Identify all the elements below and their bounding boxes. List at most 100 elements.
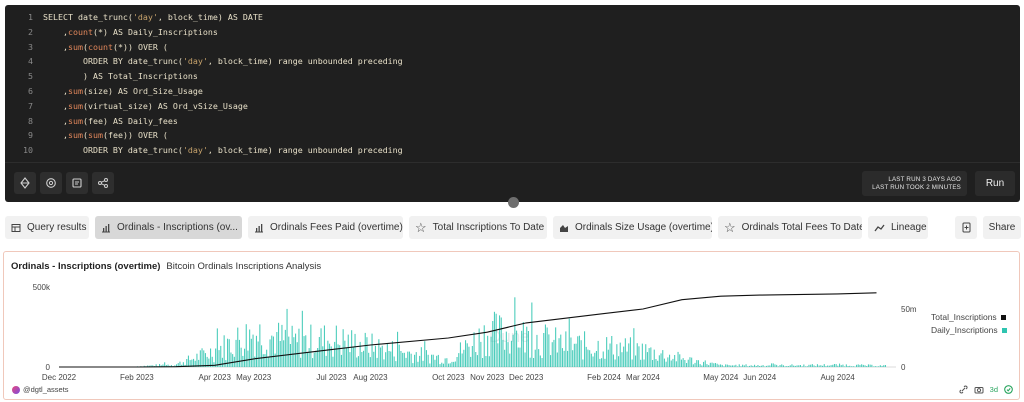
daily-inscriptions-bar[interactable] bbox=[850, 366, 852, 367]
daily-inscriptions-bar[interactable] bbox=[451, 361, 453, 367]
daily-inscriptions-bar[interactable] bbox=[687, 359, 689, 367]
snippet-button[interactable] bbox=[66, 172, 88, 194]
daily-inscriptions-bar[interactable] bbox=[718, 364, 720, 367]
daily-inscriptions-bar[interactable] bbox=[429, 363, 431, 368]
daily-inscriptions-bar[interactable] bbox=[585, 346, 587, 367]
daily-inscriptions-bar[interactable] bbox=[832, 364, 834, 367]
daily-inscriptions-bar[interactable] bbox=[522, 322, 524, 367]
daily-inscriptions-bar[interactable] bbox=[301, 310, 303, 367]
daily-inscriptions-bar[interactable] bbox=[854, 366, 856, 368]
daily-inscriptions-bar[interactable] bbox=[760, 365, 762, 367]
daily-inscriptions-bar[interactable] bbox=[470, 356, 472, 367]
daily-inscriptions-bar[interactable] bbox=[391, 341, 393, 367]
daily-inscriptions-bar[interactable] bbox=[459, 342, 461, 367]
daily-inscriptions-bar[interactable] bbox=[684, 360, 686, 367]
daily-inscriptions-bar[interactable] bbox=[556, 352, 558, 368]
daily-inscriptions-bar[interactable] bbox=[449, 363, 451, 367]
daily-inscriptions-bar[interactable] bbox=[813, 365, 815, 367]
daily-inscriptions-bar[interactable] bbox=[677, 351, 679, 367]
daily-inscriptions-bar[interactable] bbox=[408, 351, 410, 367]
daily-inscriptions-bar[interactable] bbox=[431, 354, 433, 367]
daily-inscriptions-bar[interactable] bbox=[500, 317, 502, 368]
daily-inscriptions-bar[interactable] bbox=[400, 351, 402, 367]
daily-inscriptions-bar[interactable] bbox=[635, 355, 637, 368]
daily-inscriptions-bar[interactable] bbox=[434, 359, 436, 367]
daily-inscriptions-bar[interactable] bbox=[446, 358, 448, 367]
daily-inscriptions-bar[interactable] bbox=[806, 366, 808, 367]
daily-inscriptions-bar[interactable] bbox=[762, 365, 764, 367]
daily-inscriptions-bar[interactable] bbox=[873, 366, 875, 368]
daily-inscriptions-bar[interactable] bbox=[514, 297, 516, 367]
daily-inscriptions-bar[interactable] bbox=[601, 358, 603, 367]
daily-inscriptions-bar[interactable] bbox=[465, 340, 467, 367]
daily-inscriptions-bar[interactable] bbox=[748, 365, 750, 367]
query-editor[interactable]: 1 SELECT date_trunc('day', block_time) AS… bbox=[5, 5, 1020, 202]
daily-inscriptions-bar[interactable] bbox=[478, 328, 480, 368]
daily-inscriptions-bar[interactable] bbox=[686, 363, 688, 367]
daily-inscriptions-bar[interactable] bbox=[544, 324, 546, 368]
daily-inscriptions-bar[interactable] bbox=[607, 349, 609, 367]
daily-inscriptions-bar[interactable] bbox=[289, 344, 291, 367]
daily-inscriptions-bar[interactable] bbox=[774, 364, 776, 367]
daily-inscriptions-bar[interactable] bbox=[414, 354, 416, 367]
daily-inscriptions-bar[interactable] bbox=[468, 346, 470, 367]
legend-item-total[interactable]: Total_Inscriptions bbox=[931, 312, 1006, 322]
code-line[interactable]: 10 ORDER BY date_trunc('day', block_time… bbox=[5, 143, 1020, 158]
daily-inscriptions-bar[interactable] bbox=[436, 355, 438, 367]
daily-inscriptions-bar[interactable] bbox=[689, 357, 691, 367]
daily-inscriptions-bar[interactable] bbox=[488, 356, 490, 367]
daily-inscriptions-bar[interactable] bbox=[288, 336, 290, 367]
daily-inscriptions-bar[interactable] bbox=[874, 366, 876, 367]
daily-inscriptions-bar[interactable] bbox=[791, 364, 793, 367]
daily-inscriptions-bar[interactable] bbox=[334, 341, 336, 367]
inscriptions-chart[interactable]: 0500k050mDuneDec 2022 Feb 2023 Apr 2023 May… bbox=[4, 252, 1019, 384]
daily-inscriptions-bar[interactable] bbox=[839, 363, 841, 367]
daily-inscriptions-bar[interactable] bbox=[221, 357, 223, 367]
daily-inscriptions-bar[interactable] bbox=[318, 337, 320, 367]
daily-inscriptions-bar[interactable] bbox=[655, 359, 657, 367]
daily-inscriptions-bar[interactable] bbox=[410, 353, 412, 367]
daily-inscriptions-bar[interactable] bbox=[871, 364, 873, 367]
daily-inscriptions-bar[interactable] bbox=[539, 355, 541, 368]
daily-inscriptions-bar[interactable] bbox=[883, 365, 885, 367]
daily-inscriptions-bar[interactable] bbox=[308, 348, 310, 367]
daily-inscriptions-bar[interactable] bbox=[657, 360, 659, 367]
daily-inscriptions-bar[interactable] bbox=[232, 354, 234, 367]
daily-inscriptions-bar[interactable] bbox=[745, 364, 747, 367]
daily-inscriptions-bar[interactable] bbox=[587, 349, 589, 367]
daily-inscriptions-bar[interactable] bbox=[269, 339, 271, 367]
daily-inscriptions-bar[interactable] bbox=[249, 329, 251, 368]
daily-inscriptions-bar[interactable] bbox=[363, 350, 365, 367]
run-button[interactable]: Run bbox=[975, 171, 1015, 196]
daily-inscriptions-bar[interactable] bbox=[281, 324, 283, 367]
daily-inscriptions-bar[interactable] bbox=[346, 347, 348, 367]
daily-inscriptions-bar[interactable] bbox=[529, 357, 531, 367]
daily-inscriptions-bar[interactable] bbox=[381, 345, 383, 367]
daily-inscriptions-bar[interactable] bbox=[216, 328, 218, 367]
daily-inscriptions-bar[interactable] bbox=[533, 358, 535, 367]
daily-inscriptions-bar[interactable] bbox=[395, 361, 397, 367]
daily-inscriptions-bar[interactable] bbox=[357, 356, 359, 367]
daily-inscriptions-bar[interactable] bbox=[594, 352, 596, 367]
daily-inscriptions-bar[interactable] bbox=[295, 333, 297, 367]
daily-inscriptions-bar[interactable] bbox=[247, 350, 249, 367]
daily-inscriptions-bar[interactable] bbox=[713, 363, 715, 367]
tab-lineage[interactable]: Lineage bbox=[868, 216, 928, 239]
daily-inscriptions-bar[interactable] bbox=[799, 365, 801, 367]
daily-inscriptions-bar[interactable] bbox=[461, 353, 463, 368]
daily-inscriptions-bar[interactable] bbox=[805, 366, 807, 367]
daily-inscriptions-bar[interactable] bbox=[726, 364, 728, 367]
daily-inscriptions-bar[interactable] bbox=[524, 352, 526, 368]
daily-inscriptions-bar[interactable] bbox=[716, 363, 718, 367]
daily-inscriptions-bar[interactable] bbox=[754, 364, 756, 367]
daily-inscriptions-bar[interactable] bbox=[527, 331, 529, 367]
daily-inscriptions-bar[interactable] bbox=[257, 341, 259, 368]
daily-inscriptions-bar[interactable] bbox=[757, 365, 759, 367]
daily-inscriptions-bar[interactable] bbox=[417, 361, 419, 367]
daily-inscriptions-bar[interactable] bbox=[283, 340, 285, 367]
daily-inscriptions-bar[interactable] bbox=[415, 352, 417, 367]
daily-inscriptions-bar[interactable] bbox=[844, 366, 846, 367]
daily-inscriptions-bar[interactable] bbox=[453, 361, 455, 367]
daily-inscriptions-bar[interactable] bbox=[857, 364, 859, 367]
daily-inscriptions-bar[interactable] bbox=[638, 346, 640, 367]
